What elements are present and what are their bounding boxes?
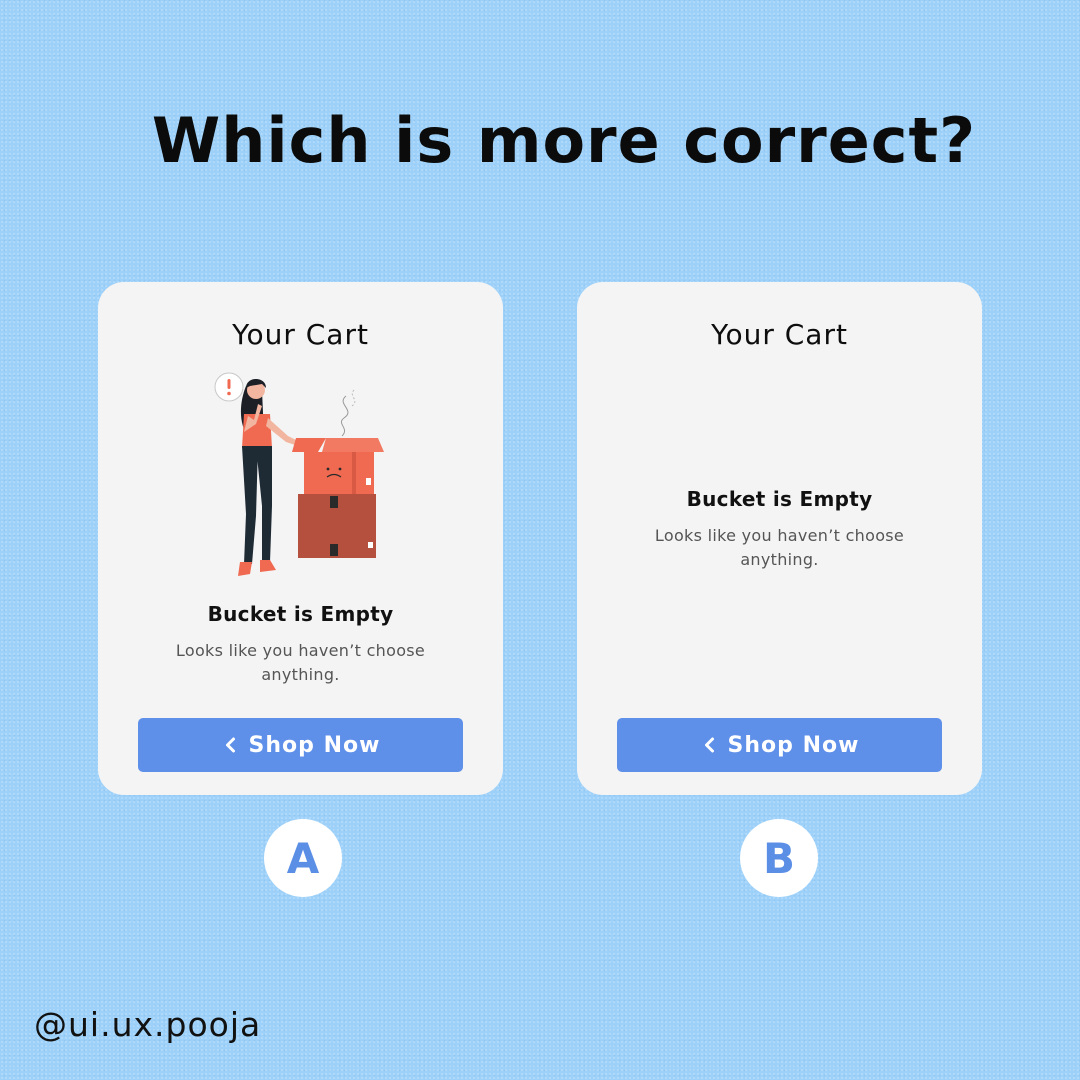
author-handle: @ui.ux.pooja xyxy=(34,1005,262,1044)
empty-state-message: Looks like you haven’t choose anything. xyxy=(175,641,426,684)
shop-now-label: Shop Now xyxy=(248,732,381,758)
card-title: Your Cart xyxy=(232,318,369,351)
shop-now-button[interactable]: Shop Now xyxy=(138,718,463,772)
empty-cart-illustration xyxy=(214,372,384,576)
card-title: Your Cart xyxy=(711,318,848,351)
chevron-left-icon xyxy=(225,737,235,753)
cart-card-a: Your Cart Bucket is Empty Looks like you… xyxy=(98,282,503,795)
empty-state-title: Bucket is Empty xyxy=(686,487,873,511)
empty-state-title: Bucket is Empty xyxy=(207,602,394,626)
chevron-left-icon xyxy=(704,737,714,753)
cart-card-b: Your Cart Bucket is Empty Looks like you… xyxy=(577,282,982,795)
headline: Which is more correct? xyxy=(151,104,977,177)
empty-state-message: Looks like you haven’t choose anything. xyxy=(654,526,905,569)
shop-now-button[interactable]: Shop Now xyxy=(617,718,942,772)
option-a-badge[interactable]: A xyxy=(264,819,342,897)
option-b-badge[interactable]: B xyxy=(740,819,818,897)
shop-now-label: Shop Now xyxy=(727,732,860,758)
